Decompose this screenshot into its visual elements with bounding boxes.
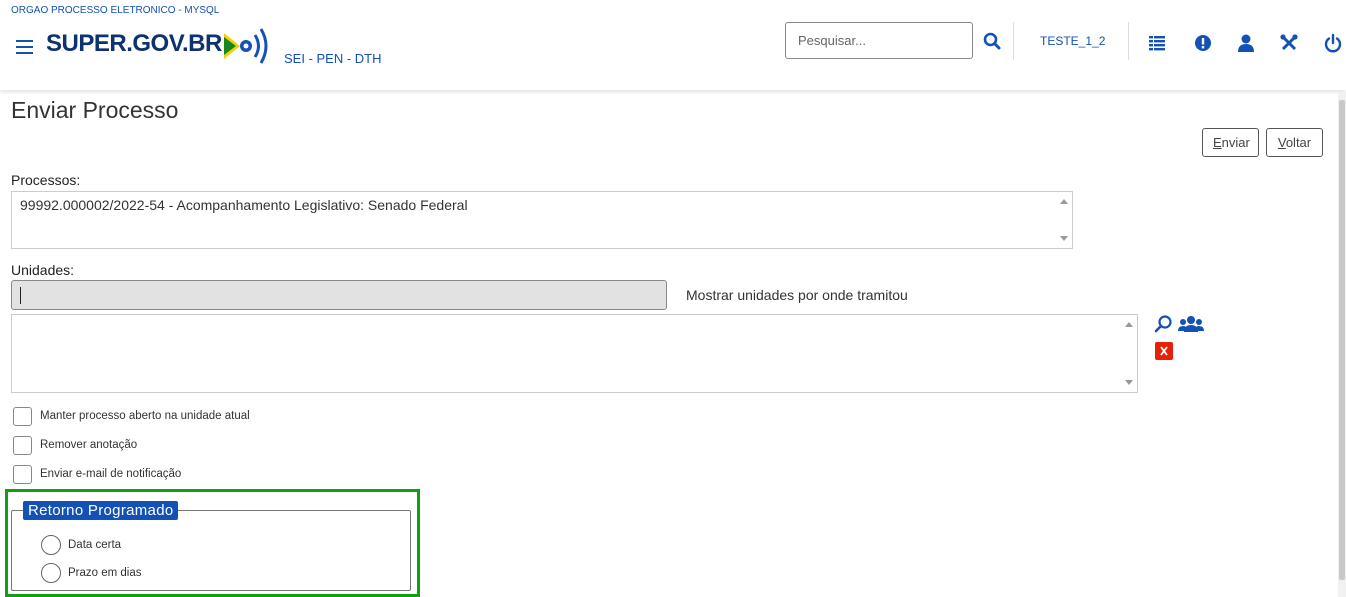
remove-note-checkbox-row[interactable]: Remover anotação [13, 434, 137, 456]
show-units-link[interactable]: Mostrar unidades por onde tramitou [686, 287, 908, 303]
logo[interactable]: SUPER.GOV.BR [46, 30, 222, 58]
header: ORGAO PROCESSO ELETRONICO - MYSQL SUPER.… [0, 0, 1346, 90]
logo-mark-icon [224, 28, 268, 64]
back-button[interactable]: Voltar [1266, 128, 1323, 157]
keep-open-checkbox[interactable] [13, 406, 32, 426]
alert-icon[interactable] [1193, 33, 1213, 53]
system-subtitle: SEI - PEN - DTH [284, 51, 382, 66]
search-input[interactable] [785, 22, 973, 59]
user-icon[interactable] [1236, 33, 1256, 53]
send-button[interactable]: Enviar [1202, 128, 1259, 157]
email-notify-checkbox[interactable] [13, 464, 32, 484]
units-input[interactable] [11, 280, 667, 310]
list-scrollbar[interactable] [1125, 319, 1133, 388]
checkbox-label: Remover anotação [40, 439, 138, 451]
org-name: ORGAO PROCESSO ELETRONICO - MYSQL [11, 5, 220, 16]
email-notify-checkbox-row[interactable]: Enviar e-mail de notificação [13, 463, 181, 485]
separator [1013, 22, 1014, 60]
menu-icon[interactable] [16, 40, 33, 54]
magnifier-icon[interactable] [1154, 314, 1174, 334]
process-item[interactable]: 99992.000002/2022-54 - Acompanhamento Le… [20, 197, 1064, 213]
power-icon[interactable] [1323, 33, 1343, 53]
page-scrollbar[interactable] [1338, 92, 1346, 597]
tools-icon[interactable] [1279, 33, 1299, 53]
units-list[interactable] [11, 314, 1138, 393]
group-icon[interactable] [1178, 314, 1204, 334]
separator [1128, 22, 1129, 60]
radio-label: Prazo em dias [68, 567, 142, 579]
checkbox-label: Enviar e-mail de notificação [40, 468, 182, 480]
keep-open-checkbox-row[interactable]: Manter processo aberto na unidade atual [13, 405, 250, 427]
processes-label: Processos: [11, 172, 81, 188]
days-term-radio-row[interactable]: Prazo em dias [41, 563, 142, 583]
processes-list[interactable]: 99992.000002/2022-54 - Acompanhamento Le… [11, 191, 1073, 249]
user-name[interactable]: TESTE_1_2 [1040, 34, 1105, 48]
scrollbar-thumb[interactable] [1339, 100, 1345, 580]
fixed-date-radio-row[interactable]: Data certa [41, 535, 121, 555]
fixed-date-radio[interactable] [41, 535, 61, 555]
return-legend: Retorno Programado [23, 501, 179, 520]
units-label: Unidades: [11, 262, 75, 278]
list-icon[interactable] [1147, 33, 1167, 53]
remove-icon[interactable] [1155, 342, 1173, 360]
remove-note-checkbox[interactable] [13, 435, 32, 455]
checkbox-label: Manter processo aberto na unidade atual [40, 410, 250, 422]
radio-label: Data certa [68, 539, 122, 551]
search-icon[interactable] [983, 32, 1001, 50]
page-title: Enviar Processo [11, 97, 179, 123]
days-term-radio[interactable] [41, 563, 61, 583]
list-scrollbar[interactable] [1060, 196, 1068, 244]
